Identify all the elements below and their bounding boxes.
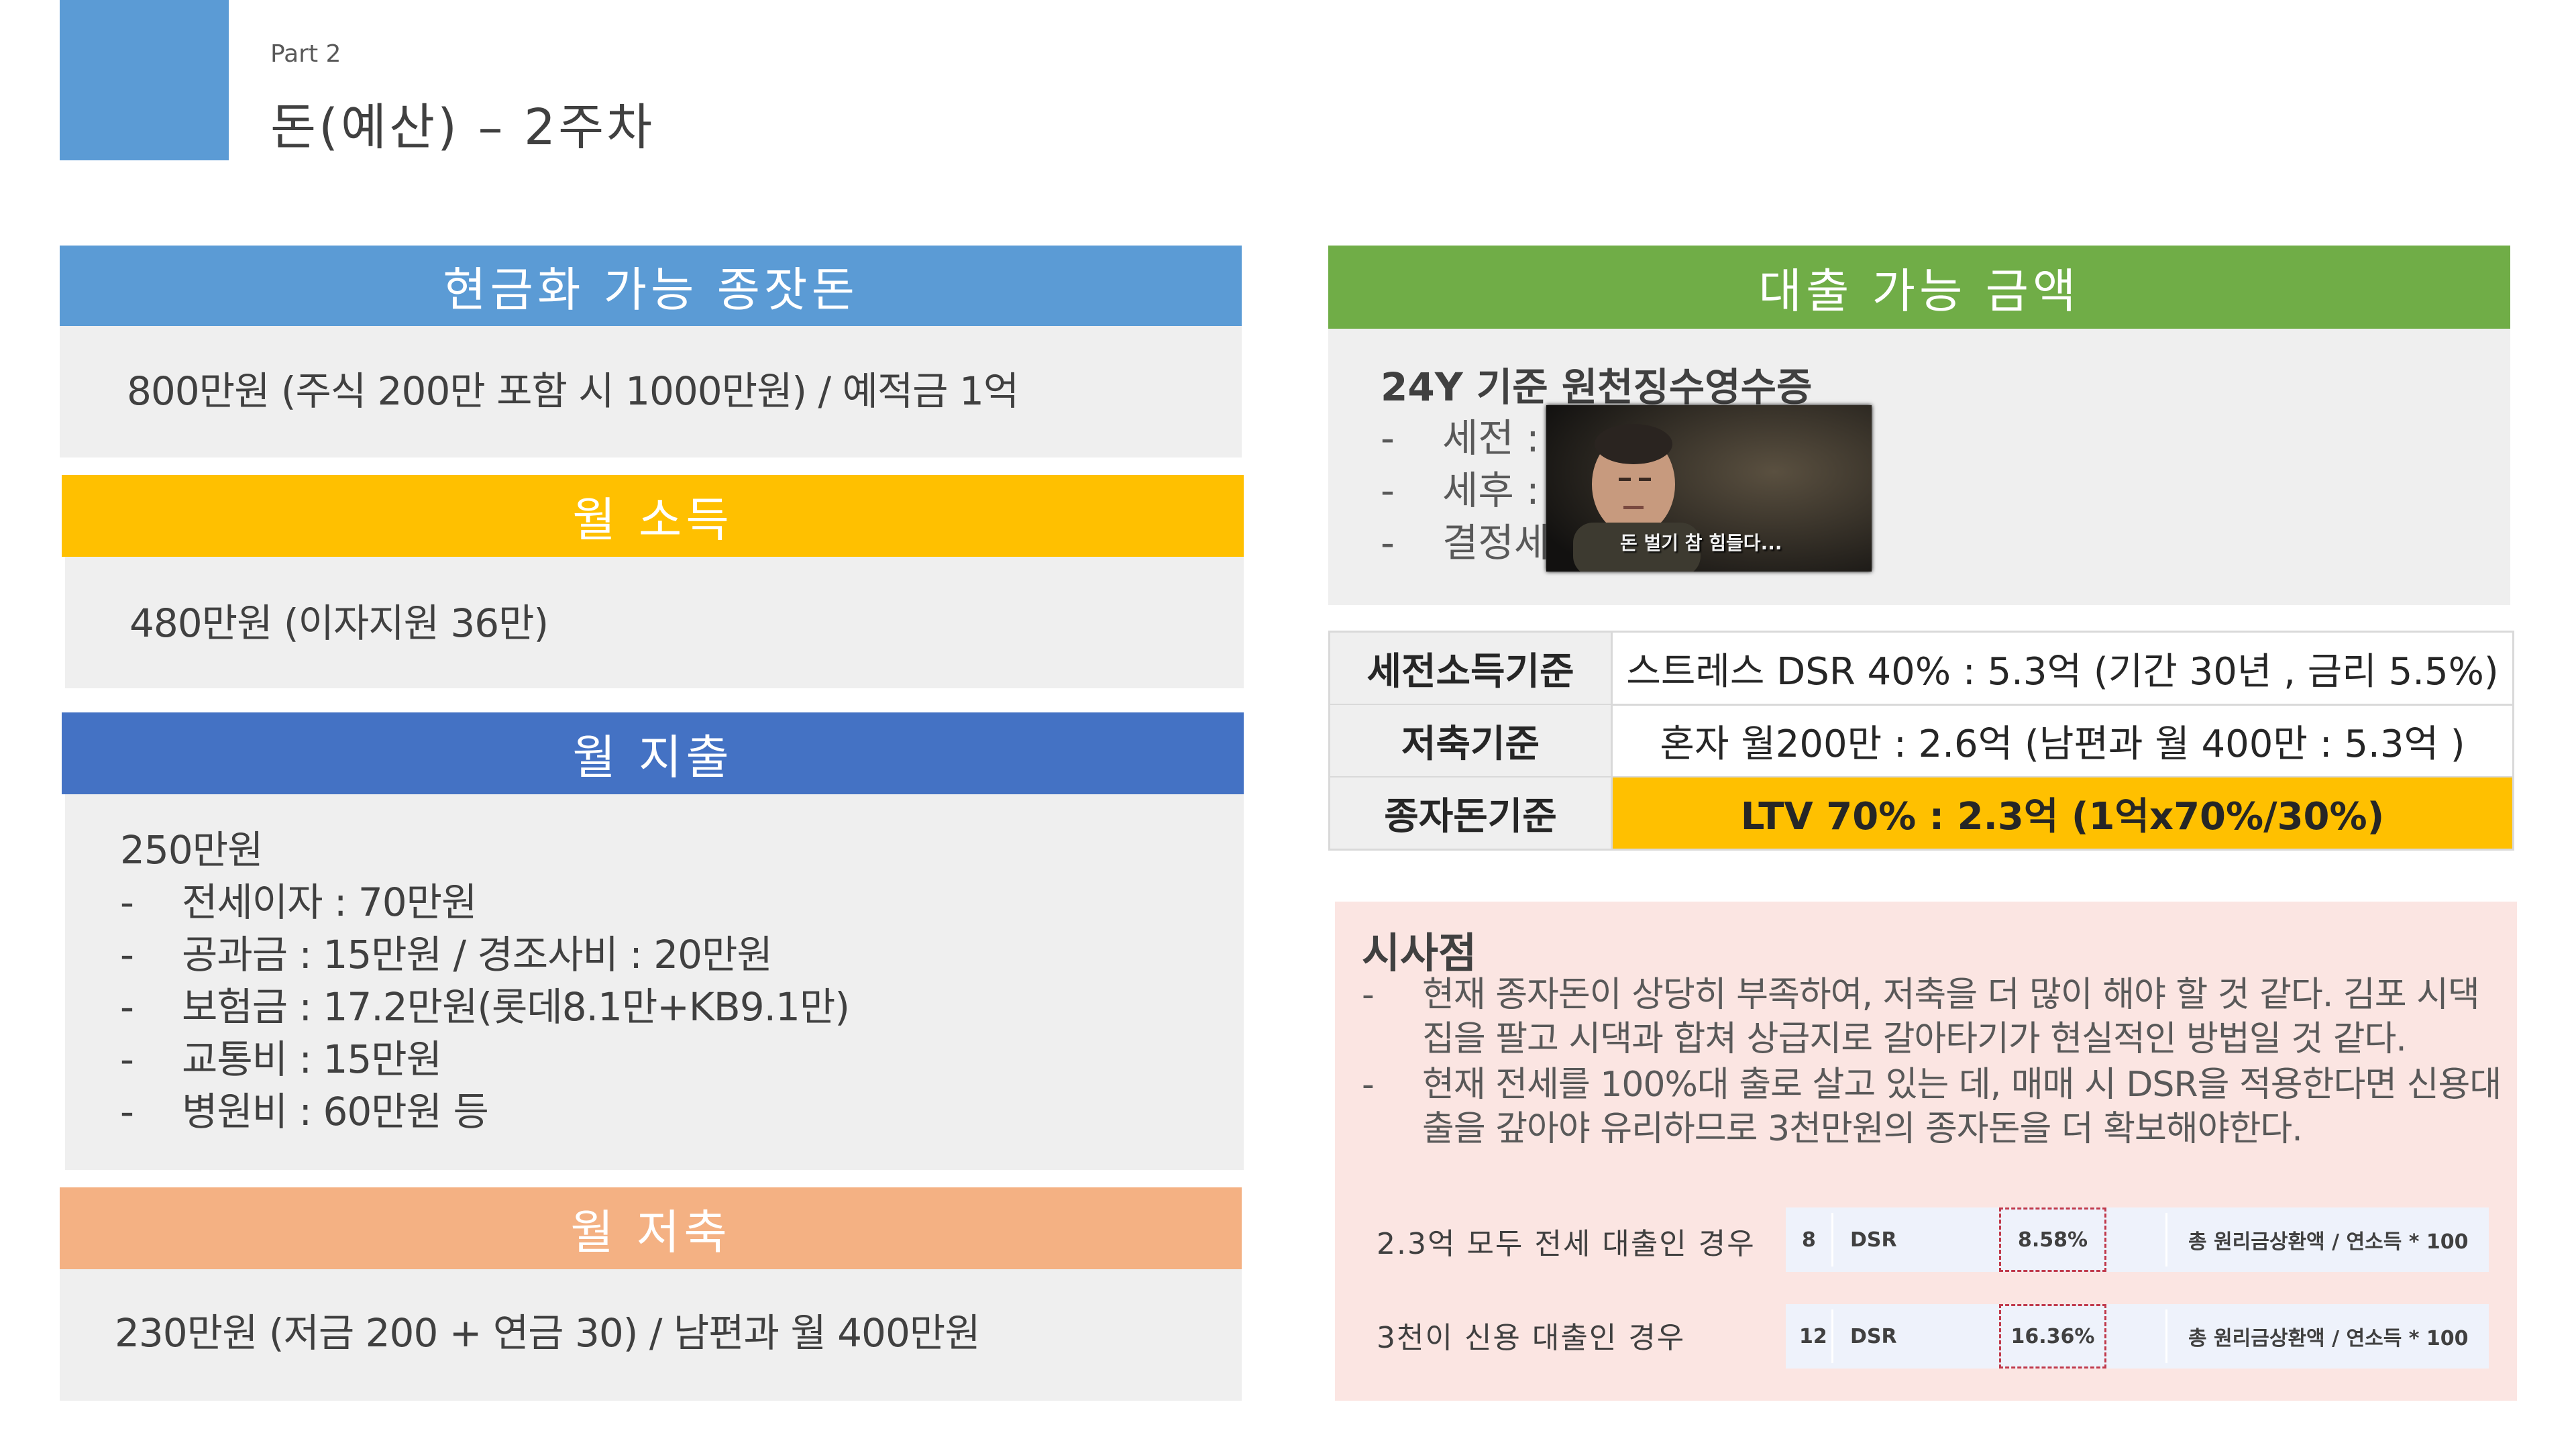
case-number: 12 — [1799, 1324, 1827, 1348]
income-section-body: 480만원 (이자지원 36만) — [65, 557, 1244, 688]
loan-criteria-table: 세전소득기준 스트레스 DSR 40% : 5.3억 (기간 30년 , 금리 … — [1328, 631, 2514, 851]
table-row: 저축기준 혼자 월200만 : 2.6억 (남편과 월 400만 : 5.3억 … — [1330, 705, 2512, 778]
case-label: 3천이 신용 대출인 경우 — [1377, 1321, 1686, 1355]
header-accent-block — [60, 0, 229, 160]
list-item: - 병원비 : 60만원 등 — [120, 1089, 489, 1134]
saving-text: 230만원 (저금 200 + 연금 30) / 남편과 월 400만원 — [115, 1310, 981, 1356]
cash-section-header: 현금화 가능 종잣돈 — [60, 246, 1242, 326]
loan-subtitle: 24Y 기준 원천징수영수증 — [1381, 364, 1813, 410]
part-label: Part 2 — [270, 40, 341, 68]
table-row-value: 혼자 월200만 : 2.6억 (남편과 월 400만 : 5.3억 ) — [1660, 722, 2465, 766]
page-title: 돈(예산) – 2주차 — [270, 99, 655, 156]
cash-section-body: 800만원 (주식 200만 포함 시 1000만원) / 예적금 1억 — [60, 326, 1242, 458]
case-formula: 총 원리금상환액 / 연소득 * 100 — [2188, 1327, 2469, 1350]
list-item: - 공과금 : 15만원 / 경조사비 : 20만원 — [120, 932, 773, 977]
meme-thumbnail-image: 돈 벌기 참 힘들다... — [1546, 405, 1872, 572]
case-value: 16.36% — [1999, 1304, 2106, 1368]
case-metric: DSR — [1850, 1324, 1897, 1348]
strip-divider — [1831, 1309, 1833, 1363]
list-item: - 보험금 : 17.2만원(롯데8.1만+KB9.1만) — [120, 984, 850, 1030]
case-label: 2.3억 모두 전세 대출인 경우 — [1377, 1227, 1756, 1261]
table-row-label: 세전소득기준 — [1330, 633, 1613, 704]
income-section-header: 월 소득 — [62, 475, 1244, 557]
strip-divider — [2165, 1213, 2167, 1267]
saving-section-body: 230만원 (저금 200 + 연금 30) / 남편과 월 400만원 — [60, 1269, 1242, 1401]
insight-title: 시사점 — [1362, 928, 1477, 977]
table-row-label: 종자돈기준 — [1330, 777, 1613, 849]
insight-point: - 현재 전세를 100%대 출로 살고 있는 데, 매매 시 DSR을 적용한다… — [1362, 1065, 2502, 1149]
table-row-label: 저축기준 — [1330, 705, 1613, 776]
income-text: 480만원 (이자지원 36만) — [129, 600, 549, 646]
strip-divider — [1831, 1213, 1833, 1267]
table-row-value-highlight: LTV 70% : 2.3억 (1억x70%/30%) — [1613, 777, 2512, 849]
cash-text: 800만원 (주식 200만 포함 시 1000만원) / 예적금 1억 — [127, 368, 1019, 414]
list-item: - 교통비 : 15만원 — [120, 1036, 442, 1082]
case-number: 8 — [1802, 1228, 1816, 1252]
loan-section-header: 대출 가능 금액 — [1328, 246, 2510, 329]
case-formula: 총 원리금상환액 / 연소득 * 100 — [2188, 1230, 2469, 1254]
dsr-case-strip: 8 DSR 8.58% 총 원리금상환액 / 연소득 * 100 — [1786, 1208, 2489, 1272]
table-row: 세전소득기준 스트레스 DSR 40% : 5.3억 (기간 30년 , 금리 … — [1330, 633, 2512, 706]
table-row: 종자돈기준 LTV 70% : 2.3억 (1억x70%/30%) — [1330, 777, 2512, 849]
expense-section-body: 250만원 - 전세이자 : 70만원 - 공과금 : 15만원 / 경조사비 : … — [65, 794, 1244, 1170]
strip-divider — [2165, 1309, 2167, 1363]
saving-section-header: 월 저축 — [60, 1187, 1242, 1269]
insight-point: - 현재 종자돈이 상당히 부족하여, 저축을 더 많이 해야 할 것 같다. 김… — [1362, 975, 2480, 1059]
dsr-case-strip: 12 DSR 16.36% 총 원리금상환액 / 연소득 * 100 — [1786, 1304, 2489, 1368]
expense-total: 250만원 — [120, 827, 263, 873]
expense-section-header: 월 지출 — [62, 712, 1244, 794]
table-row-value: 스트레스 DSR 40% : 5.3억 (기간 30년 , 금리 5.5%) — [1626, 649, 2499, 694]
list-item: - 전세이자 : 70만원 — [120, 879, 477, 925]
meme-caption: 돈 벌기 참 힘들다... — [1620, 532, 1782, 554]
case-metric: DSR — [1850, 1228, 1897, 1252]
case-value: 8.58% — [1999, 1208, 2106, 1272]
loan-section-body: 24Y 기준 원천징수영수증 - 세전 : - 세후 : - 결정세 — [1328, 329, 2510, 605]
